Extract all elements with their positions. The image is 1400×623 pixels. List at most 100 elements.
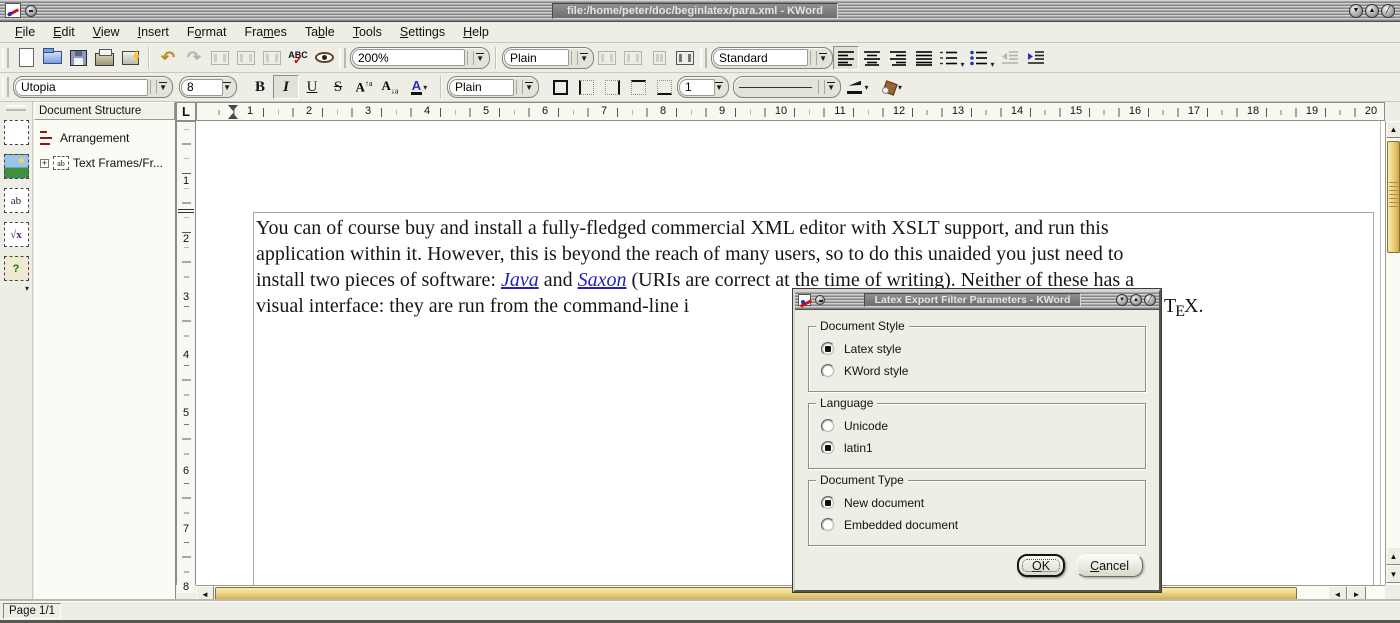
maximize-icon[interactable]: ▲	[1365, 4, 1379, 18]
menu-item-tools[interactable]: Tools	[344, 23, 391, 41]
numbered-list-button[interactable]: ▾	[937, 46, 967, 70]
font-color-button[interactable]: A ▾	[403, 75, 435, 99]
menu-item-insert[interactable]: Insert	[129, 23, 178, 41]
h-ruler[interactable]: 1234567891011121314151617181920	[196, 102, 1385, 121]
style-set-value[interactable]: Standard	[713, 49, 808, 66]
radio-latin1[interactable]: latin1	[821, 441, 1145, 455]
menu-item-settings[interactable]: Settings	[391, 23, 454, 41]
align-right-button[interactable]	[885, 46, 911, 70]
background-color-button[interactable]: ▾	[875, 75, 909, 99]
underline-button[interactable]: U	[299, 75, 325, 99]
border-top-button[interactable]	[625, 75, 651, 99]
paste-frame-button[interactable]	[259, 46, 285, 70]
decrease-indent-button[interactable]	[997, 46, 1023, 70]
insert-table-button[interactable]	[4, 120, 29, 145]
font-size-value[interactable]: 8	[181, 79, 223, 96]
align-left-button[interactable]	[833, 46, 859, 70]
insert-comment-button[interactable]	[646, 46, 672, 70]
border-outline-button[interactable]	[547, 75, 573, 99]
toolbar-grip[interactable]	[6, 105, 26, 111]
bullet-list-button[interactable]: ▾	[967, 46, 997, 70]
dropdown-icon[interactable]: ▾	[423, 83, 427, 92]
menu-item-frames[interactable]: Frames	[235, 23, 295, 41]
zoom-combo[interactable]: 200% ▼	[350, 47, 490, 69]
v-ruler[interactable]: 12345678	[176, 121, 196, 585]
border-color-button[interactable]: ▾	[841, 75, 875, 99]
insert-endnote-button[interactable]	[620, 46, 646, 70]
radio-button-icon[interactable]	[821, 441, 835, 455]
font-size-combo[interactable]: 8 ▼	[179, 76, 237, 98]
menu-item-view[interactable]: View	[84, 23, 129, 41]
line-style-combo[interactable]: ▼	[733, 76, 841, 98]
minimize-icon[interactable]: ▼	[1116, 294, 1128, 306]
zoom-value[interactable]: 200%	[352, 49, 465, 66]
radio-button-icon[interactable]	[821, 342, 835, 356]
scroll-down-icon[interactable]: ▼	[1386, 565, 1400, 583]
menu-item-help[interactable]: Help	[454, 23, 498, 41]
undo-button[interactable]: ↶	[155, 46, 181, 70]
insert-footnote-button[interactable]	[594, 46, 620, 70]
window-menu-button[interactable]	[25, 5, 37, 17]
java-link[interactable]: Java	[501, 269, 539, 291]
dropdown-icon[interactable]: ▾	[898, 83, 902, 92]
scroll-up-icon[interactable]: ▲	[1386, 121, 1400, 138]
border-width-value[interactable]: 1	[679, 79, 715, 96]
dropdown-icon[interactable]: ▾	[864, 83, 868, 92]
radio-new-document[interactable]: New document	[821, 496, 1145, 510]
title-bar[interactable]: file:/home/peter/doc/beginlatex/para.xml…	[0, 0, 1400, 22]
border-style-value[interactable]: Plain	[449, 79, 514, 96]
menu-item-format[interactable]: Format	[178, 23, 236, 41]
bold-button[interactable]: B	[247, 75, 273, 99]
document-canvas[interactable]: You can of course buy and install a full…	[196, 121, 1385, 585]
ruler-corner[interactable]: L	[176, 102, 196, 121]
toolbar-grip[interactable]	[2, 77, 9, 97]
combo-arrow-icon[interactable]: ▼	[827, 82, 835, 92]
radio-unicode[interactable]: Unicode	[821, 419, 1145, 433]
minimize-icon[interactable]: ▼	[1349, 4, 1363, 18]
border-width-combo[interactable]: 1 ▼	[677, 76, 729, 98]
style-set-combo[interactable]: Standard ▼	[711, 47, 833, 69]
border-left-button[interactable]	[573, 75, 599, 99]
print-preview-button[interactable]	[117, 46, 143, 70]
scroll-right-icon[interactable]: ►	[1347, 586, 1366, 602]
radio-kword-style[interactable]: KWord style	[821, 364, 1145, 378]
tree-expander-icon[interactable]: +	[40, 159, 49, 168]
vertical-scrollbar[interactable]: ▲ ▲ ▼	[1385, 121, 1400, 601]
ok-button[interactable]: OK	[1017, 554, 1065, 577]
radio-button-icon[interactable]	[821, 518, 835, 532]
radio-latex-style[interactable]: Latex style	[821, 342, 1145, 356]
menu-item-edit[interactable]: Edit	[44, 23, 84, 41]
toolbar-grip[interactable]	[2, 48, 9, 68]
scroll-up-icon[interactable]: ▲	[1386, 547, 1400, 565]
subscript-button[interactable]: A↓a	[377, 75, 403, 99]
radio-button-icon[interactable]	[821, 496, 835, 510]
scroll-left-icon[interactable]: ◄	[1328, 586, 1347, 602]
combo-arrow-icon[interactable]: ▼	[715, 82, 723, 92]
insert-text-frame-button[interactable]: ab	[4, 188, 29, 213]
italic-button[interactable]: I	[273, 75, 299, 99]
indent-marker-icon[interactable]	[228, 105, 238, 119]
window-menu-button[interactable]	[815, 295, 825, 305]
copy-frame-button[interactable]	[233, 46, 259, 70]
new-document-button[interactable]	[13, 46, 39, 70]
spellcheck-button[interactable]: ABC ✓	[285, 46, 311, 70]
dropdown-icon[interactable]: ▾	[990, 60, 994, 69]
font-family-value[interactable]: Utopia	[15, 79, 148, 96]
radio-embedded-document[interactable]: Embedded document	[821, 518, 1145, 532]
dialog-title-bar[interactable]: Latex Export Filter Parameters - KWord ▼…	[795, 291, 1159, 310]
align-justify-button[interactable]	[911, 46, 937, 70]
align-center-button[interactable]	[859, 46, 885, 70]
superscript-button[interactable]: A↑a	[351, 75, 377, 99]
columns-button[interactable]	[672, 46, 698, 70]
border-right-button[interactable]	[599, 75, 625, 99]
close-icon[interactable]: ╱	[1381, 4, 1395, 18]
border-bottom-button[interactable]	[651, 75, 677, 99]
combo-arrow-icon[interactable]: ▼	[476, 53, 484, 63]
line-style-preview[interactable]	[739, 87, 812, 88]
paragraph-style-combo[interactable]: Plain ▼	[502, 47, 594, 69]
combo-arrow-icon[interactable]: ▼	[580, 53, 588, 63]
save-button[interactable]	[65, 46, 91, 70]
increase-indent-button[interactable]	[1023, 46, 1049, 70]
cancel-button[interactable]: Cancel	[1076, 554, 1143, 577]
radio-button-icon[interactable]	[821, 419, 835, 433]
